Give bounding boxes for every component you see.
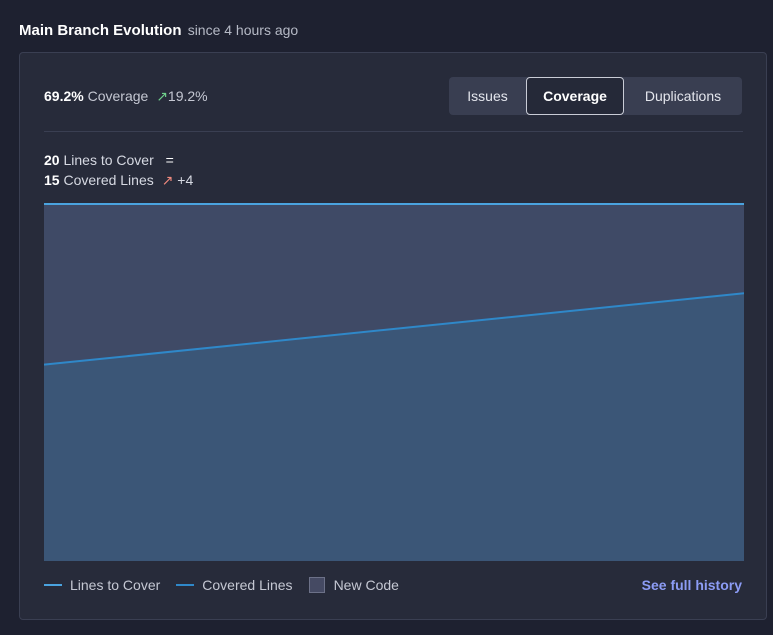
- legend-line-covered-lines: [176, 584, 195, 586]
- coverage-stats: 20 Lines to Cover = 15 Covered Lines ↗ +…: [44, 150, 193, 190]
- section-since: since 4 hours ago: [187, 22, 299, 38]
- arrow-up-right-icon: ↗: [161, 172, 174, 188]
- legend-line-lines-to-cover: [44, 584, 62, 586]
- arrow-up-right-icon: ↗: [156, 88, 168, 104]
- legend-covered-lines: Covered Lines: [176, 577, 293, 593]
- section-header: Main Branch Evolution since 4 hours ago: [19, 22, 298, 39]
- covered-lines-count: 15: [44, 172, 60, 188]
- tab-coverage[interactable]: Coverage: [526, 77, 624, 115]
- coverage-label: Coverage: [87, 88, 149, 104]
- tab-issues[interactable]: Issues: [449, 77, 526, 115]
- covered-lines-delta: +4: [177, 172, 194, 188]
- coverage-chart: [44, 203, 744, 561]
- section-title: Main Branch Evolution: [19, 22, 182, 39]
- lines-to-cover-change: =: [165, 152, 174, 168]
- divider: [44, 131, 743, 132]
- coverage-delta: 19.2%: [167, 88, 208, 104]
- legend-label-lines-to-cover: Lines to Cover: [70, 577, 161, 593]
- legend-label-covered-lines: Covered Lines: [202, 577, 293, 593]
- coverage-percent: 69.2%: [44, 88, 84, 104]
- stat-covered-lines: 15 Covered Lines ↗ +4: [44, 170, 193, 190]
- tab-duplications[interactable]: Duplications: [624, 77, 742, 115]
- metric-tabs: Issues Coverage Duplications: [449, 77, 742, 115]
- evolution-card: 69.2% Coverage ↗19.2% Issues Coverage Du…: [19, 52, 767, 620]
- legend-box-new-code: [308, 577, 325, 593]
- covered-lines-label: Covered Lines: [63, 172, 154, 188]
- chart-legend: Lines to Cover Covered Lines New Code: [44, 577, 415, 593]
- lines-to-cover-count: 20: [44, 152, 60, 168]
- stat-lines-to-cover: 20 Lines to Cover =: [44, 150, 193, 170]
- legend-lines-to-cover: Lines to Cover: [44, 577, 160, 593]
- coverage-summary: 69.2% Coverage ↗19.2%: [44, 88, 208, 105]
- legend-new-code: New Code: [308, 577, 399, 593]
- lines-to-cover-label: Lines to Cover: [63, 152, 154, 168]
- legend-label-new-code: New Code: [333, 577, 399, 593]
- see-full-history-link[interactable]: See full history: [642, 577, 742, 593]
